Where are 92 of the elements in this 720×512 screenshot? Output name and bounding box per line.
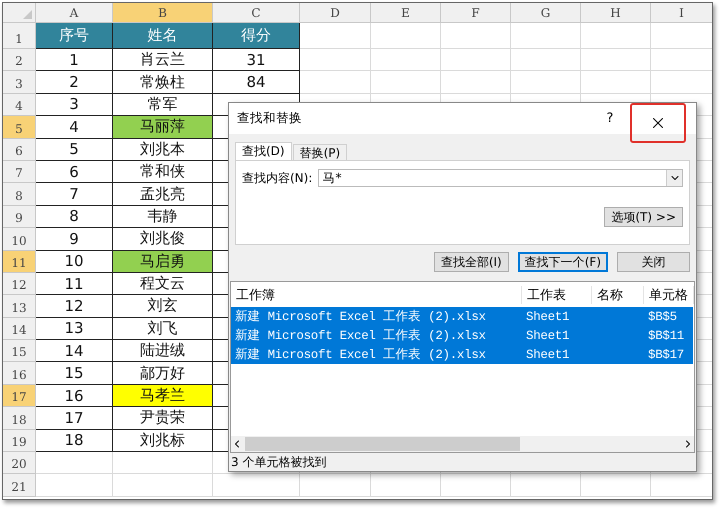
table-cell: 刘飞 (113, 318, 213, 340)
dialog-title: 查找和替换 (237, 110, 303, 127)
table-cell: 常和侠 (113, 160, 213, 184)
row-header[interactable]: 19 (3, 430, 36, 452)
column-header[interactable]: A (36, 3, 113, 23)
table-cell: 马孝兰 (113, 384, 213, 408)
find-field[interactable]: 马* (318, 169, 683, 187)
table-cell: 17 (36, 407, 113, 430)
corner-triangle-icon (23, 10, 32, 19)
table-cell: 84 (213, 71, 300, 94)
row-header[interactable]: 8 (3, 183, 36, 206)
options-button[interactable]: 选项(T) >> (604, 207, 683, 227)
table-cell: 常军 (113, 94, 213, 116)
table-cell: 常焕柱 (113, 71, 213, 94)
close-button[interactable] (630, 102, 686, 142)
table-cell: 陆进绒 (113, 340, 213, 362)
table-cell: 10 (36, 250, 113, 273)
column-heading[interactable]: 工作表 (522, 286, 592, 304)
table-cell: 刘兆本 (113, 138, 213, 161)
table-cell: 31 (213, 49, 300, 72)
column-header[interactable]: C (213, 3, 300, 23)
status-text: 3 个单元格被找到 (231, 454, 326, 470)
row-header[interactable]: 10 (3, 228, 36, 251)
table-cell: 肖云兰 (113, 49, 213, 72)
table-cell: 9 (36, 228, 113, 251)
row-header[interactable]: 7 (3, 160, 36, 184)
row-header[interactable]: 3 (3, 71, 36, 94)
column-header[interactable]: G (511, 3, 581, 23)
find-label: 查找内容(N): (242, 170, 312, 186)
table-cell: 5 (36, 138, 113, 161)
row-header[interactable]: 5 (3, 116, 36, 139)
row-header[interactable]: 20 (3, 452, 36, 474)
column-heading[interactable]: 单元格 (644, 286, 694, 304)
row-header[interactable]: 4 (3, 94, 36, 116)
column-header[interactable]: F (441, 3, 511, 23)
table-cell: 13 (36, 318, 113, 340)
column-header[interactable]: D (300, 3, 371, 23)
table-cell: 7 (36, 183, 113, 206)
column-header[interactable]: E (371, 3, 441, 23)
row-header[interactable]: 2 (3, 49, 36, 72)
row-header[interactable]: 1 (3, 23, 36, 49)
dialog-button[interactable]: 关闭 (617, 252, 690, 272)
row-header[interactable]: 16 (3, 362, 36, 385)
row-header[interactable]: 21 (3, 474, 36, 497)
table-cell: 韦静 (113, 206, 213, 228)
row-header[interactable]: 15 (3, 340, 36, 362)
row-header[interactable]: 18 (3, 407, 36, 430)
scrollbar-thumb[interactable] (245, 437, 520, 451)
dialog-button[interactable]: 查找下一个(F) (518, 252, 608, 272)
result-row[interactable]: 新建 Microsoft Excel 工作表 (2).xlsx Sheet1 $B$5 (231, 307, 693, 326)
header-cell: 姓名 (113, 23, 213, 49)
help-button[interactable]: ? (590, 111, 630, 126)
row-header[interactable]: 6 (3, 138, 36, 161)
dialog-button[interactable]: 查找全部(I) (434, 252, 509, 272)
table-cell: 18 (36, 430, 113, 452)
table-cell: 2 (36, 71, 113, 94)
table-cell: 程文云 (113, 272, 213, 296)
header-cell: 序号 (36, 23, 113, 49)
table-cell: 12 (36, 295, 113, 318)
table-cell: 尹贵荣 (113, 407, 213, 430)
table-cell: 刘兆标 (113, 430, 213, 452)
table-cell: 3 (36, 94, 113, 116)
result-row[interactable]: 新建 Microsoft Excel 工作表 (2).xlsx Sheet1 $B$11 (231, 326, 693, 345)
row-header[interactable]: 11 (3, 250, 36, 273)
column-heading[interactable]: 工作簿 (231, 286, 522, 304)
table-cell: 1 (36, 49, 113, 72)
column-header[interactable]: H (581, 3, 651, 23)
tab[interactable]: 替换(P) (292, 144, 348, 160)
table-cell: 14 (36, 340, 113, 362)
table-cell: 16 (36, 384, 113, 408)
table-cell: 15 (36, 362, 113, 385)
result-row[interactable]: 新建 Microsoft Excel 工作表 (2).xlsx Sheet1 $B$17 (231, 345, 693, 364)
table-cell: 4 (36, 116, 113, 139)
table-cell: 鄗万好 (113, 362, 213, 385)
column-heading[interactable]: 名称 (592, 286, 644, 304)
row-header[interactable]: 17 (3, 384, 36, 408)
row-header[interactable]: 13 (3, 295, 36, 318)
table-cell: 孟兆亮 (113, 183, 213, 206)
table-cell: 马丽萍 (113, 116, 213, 139)
table-cell: 马启勇 (113, 250, 213, 273)
table-cell: 6 (36, 160, 113, 184)
table-cell: 11 (36, 272, 113, 296)
column-header[interactable]: I (651, 3, 712, 23)
column-header[interactable]: B (113, 3, 213, 23)
table-cell: 8 (36, 206, 113, 228)
tab[interactable]: 查找(D) (235, 142, 292, 160)
row-header[interactable]: 9 (3, 206, 36, 228)
table-cell: 刘兆俊 (113, 228, 213, 251)
row-header[interactable]: 12 (3, 272, 36, 296)
header-cell: 得分 (213, 23, 300, 49)
table-cell: 刘玄 (113, 295, 213, 318)
row-header[interactable]: 14 (3, 318, 36, 340)
